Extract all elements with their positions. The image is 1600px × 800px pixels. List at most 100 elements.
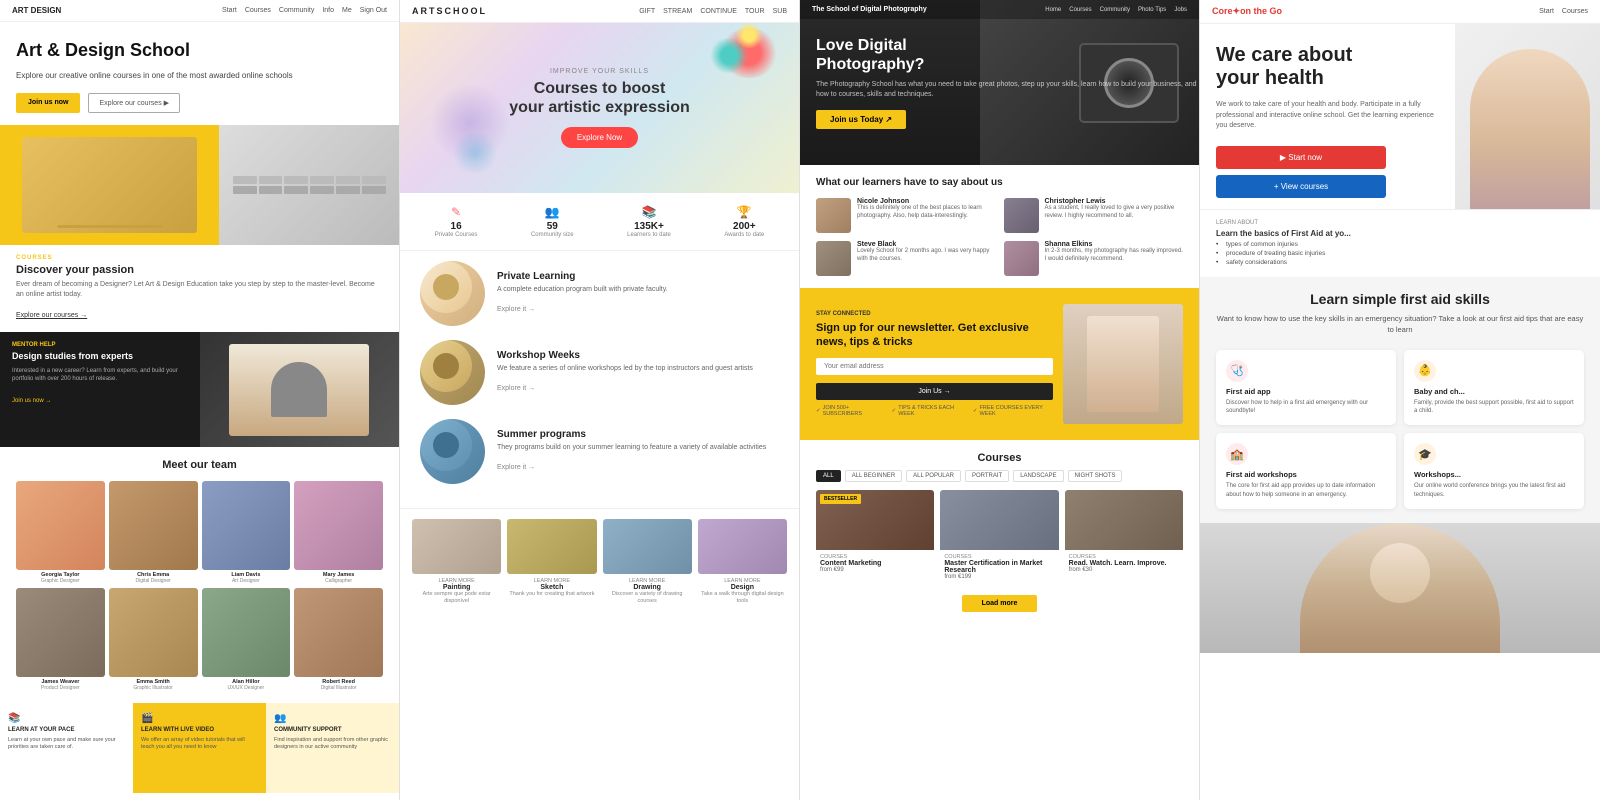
- course-painting-image: [412, 519, 501, 574]
- p2-nav-gift[interactable]: GIFT: [639, 8, 655, 15]
- p1-discover-label: COURSES: [16, 255, 383, 261]
- course-3-image: [1065, 490, 1183, 550]
- p4-feature-text-workshop: The core for first aid app provides up t…: [1226, 482, 1386, 499]
- p2-nav-tour[interactable]: TOUR: [745, 8, 765, 15]
- p4-nav-start[interactable]: Start: [1539, 8, 1554, 15]
- p1-bottom-video-text: We offer an array of video tutorials tha…: [141, 737, 258, 751]
- newsletter-email-input[interactable]: [816, 358, 1053, 375]
- p4-mid-text: Want to know how to use the key skills i…: [1216, 313, 1584, 336]
- filter-night[interactable]: NIGHT SHOTS: [1068, 470, 1123, 482]
- avatar: [109, 481, 198, 570]
- course-sketch-name: Sketch: [507, 584, 596, 591]
- p1-explore-button[interactable]: Explore our courses ▶: [88, 93, 180, 113]
- newsletter-submit-button[interactable]: Join Us →: [816, 383, 1053, 400]
- p1-logo: ART DESIGN: [12, 6, 61, 15]
- p3-join-button[interactable]: Join us Today ↗: [816, 110, 906, 129]
- list-item: Steve Black Lovely School for 2 months a…: [816, 241, 996, 276]
- reviewer-name: Shanna Elkins: [1045, 241, 1184, 248]
- member-role: Digital Illustrator: [294, 685, 383, 691]
- list-item: safety considerations: [1216, 258, 1584, 267]
- reviewer-name: Christopher Lewis: [1045, 198, 1184, 205]
- p2-hero-content: IMPROVE YOUR SKILLS Courses to boostyour…: [509, 68, 690, 148]
- p2-stat-learners-num: 135K+: [627, 221, 671, 232]
- filter-landscape[interactable]: LANDSCAPE: [1013, 470, 1063, 482]
- awards-icon: 🏆: [724, 205, 764, 219]
- p3-nav-home[interactable]: Home: [1045, 7, 1061, 13]
- avatar: [16, 481, 105, 570]
- reviewer-info: Christopher Lewis As a student, I really…: [1045, 198, 1184, 221]
- panel-photography: The School of Digital Photography Home C…: [800, 0, 1200, 800]
- p2-nav-stream[interactable]: STREAM: [663, 8, 692, 15]
- p1-discover-text: Ever dream of becoming a Designer? Let A…: [16, 280, 383, 300]
- p2-stats-bar: ✎ 16 Private Courses 👥 59 Community size…: [400, 193, 799, 251]
- list-item: Emma Smith Graphic Illustrator: [109, 588, 198, 691]
- list-item: LEARN MORE Design Take a walk through di…: [698, 519, 787, 605]
- p1-nav-start[interactable]: Start: [222, 7, 237, 14]
- p3-load-more-button[interactable]: Load more: [962, 595, 1038, 612]
- p2-explore-button[interactable]: Explore Now: [561, 127, 638, 148]
- p2-feature-title-workshop: Workshop Weeks: [497, 350, 753, 361]
- p1-bottom-learn-text: Learn at your own pace and make sure you…: [8, 737, 125, 751]
- p2-feature-link-workshop[interactable]: Explore it →: [497, 385, 535, 392]
- p1-hero-subtitle: Explore our creative online courses in o…: [16, 70, 383, 81]
- p2-feature-link-private[interactable]: Explore it →: [497, 306, 535, 313]
- p4-learn-label: LEARN ABOUT: [1216, 220, 1584, 226]
- p2-stat-community: 👥 59 Community size: [531, 205, 574, 238]
- list-item: Liam Davis Art Designer: [202, 481, 291, 584]
- p3-courses-section: Courses ALL ALL BEGINNER ALL POPULAR POR…: [800, 440, 1199, 624]
- summer-image: [420, 419, 485, 484]
- community-stat-icon: 👥: [531, 205, 574, 219]
- p1-nav-signout[interactable]: Sign Out: [360, 7, 387, 14]
- p3-courses-grid: BESTSELLER COURSES Content Marketing fro…: [816, 490, 1183, 584]
- hero-person-visual: [1470, 49, 1590, 209]
- p4-feature-workshop: 🏫 First aid workshops The core for first…: [1216, 433, 1396, 509]
- filter-all[interactable]: ALL: [816, 470, 841, 482]
- p3-nav-tips[interactable]: Photo Tips: [1138, 7, 1166, 13]
- p2-nav-links: GIFT STREAM CONTINUE TOUR SUB: [639, 8, 787, 15]
- p1-join-button[interactable]: Join us now: [16, 93, 80, 113]
- p1-nav-me[interactable]: Me: [342, 7, 352, 14]
- p1-dark-left: MENTOR HELP Design studies from experts …: [0, 332, 200, 447]
- p1-nav-community[interactable]: Community: [279, 7, 314, 14]
- p2-hero-title: Courses to boostyour artistic expression: [509, 79, 690, 117]
- p1-dark-text: Interested in a new career? Learn from e…: [12, 367, 188, 384]
- p4-nav-courses[interactable]: Courses: [1562, 8, 1588, 15]
- p3-nav-community[interactable]: Community: [1100, 7, 1130, 13]
- p1-hero-title: Art & Design School: [16, 40, 383, 62]
- firstaid-icon: 🩺: [1226, 360, 1248, 382]
- p2-nav-continue[interactable]: CONTINUE: [700, 8, 737, 15]
- course-1-info: COURSES Content Marketing from €99: [816, 550, 934, 577]
- course-2-info: COURSES Master Certification in Market R…: [940, 550, 1058, 584]
- filter-portrait[interactable]: PORTRAIT: [965, 470, 1009, 482]
- p3-nav-jobs[interactable]: Jobs: [1174, 7, 1187, 13]
- p1-discover-title: Discover your passion: [16, 264, 383, 276]
- p1-discover-link[interactable]: Explore our courses →: [16, 312, 87, 319]
- p4-view-courses-button[interactable]: + View courses: [1216, 175, 1386, 198]
- p1-dark-link[interactable]: Join us now →: [12, 398, 51, 404]
- baby-icon: 👶: [1414, 360, 1436, 382]
- p3-hero-text: The Photography School has what you need…: [816, 80, 1199, 100]
- reviewer-info: Nicole Johnson This is definitely one of…: [857, 198, 996, 221]
- p1-nav-courses[interactable]: Courses: [245, 7, 271, 14]
- reviewer-text: In 2-3 months, my photography has really…: [1045, 248, 1184, 264]
- reviewer-avatar: [1004, 198, 1039, 233]
- p3-nav-courses[interactable]: Courses: [1069, 7, 1091, 13]
- p1-dark-image: [200, 332, 400, 447]
- p2-logo: ARTSCHOOL: [412, 6, 487, 16]
- filter-beginner[interactable]: ALL BEGINNER: [845, 470, 902, 482]
- p4-features-grid: 🩺 First aid app Discover how to help in …: [1216, 350, 1584, 510]
- p3-newsletter-section: STAY CONNECTED Sign up for our newslette…: [800, 288, 1199, 440]
- course-design-image: [698, 519, 787, 574]
- p2-feature-link-summer[interactable]: Explore it →: [497, 464, 535, 471]
- filter-popular[interactable]: ALL POPULAR: [906, 470, 961, 482]
- p2-stat-courses-num: 16: [435, 221, 478, 232]
- p2-nav-sub[interactable]: SUB: [773, 8, 787, 15]
- p2-feature-text-summer: Summer programs They programs build on y…: [497, 429, 766, 474]
- p1-nav-links: Start Courses Community Info Me Sign Out: [222, 7, 387, 14]
- p3-courses-filters: ALL ALL BEGINNER ALL POPULAR PORTRAIT LA…: [816, 470, 1183, 482]
- p2-navbar: ARTSCHOOL GIFT STREAM CONTINUE TOUR SUB: [400, 0, 799, 23]
- courses-icon: ✎: [435, 205, 478, 219]
- p1-nav-info[interactable]: Info: [322, 7, 334, 14]
- list-item: procedure of treating basic injuries: [1216, 249, 1584, 258]
- p4-start-button[interactable]: ▶ Start now: [1216, 146, 1386, 169]
